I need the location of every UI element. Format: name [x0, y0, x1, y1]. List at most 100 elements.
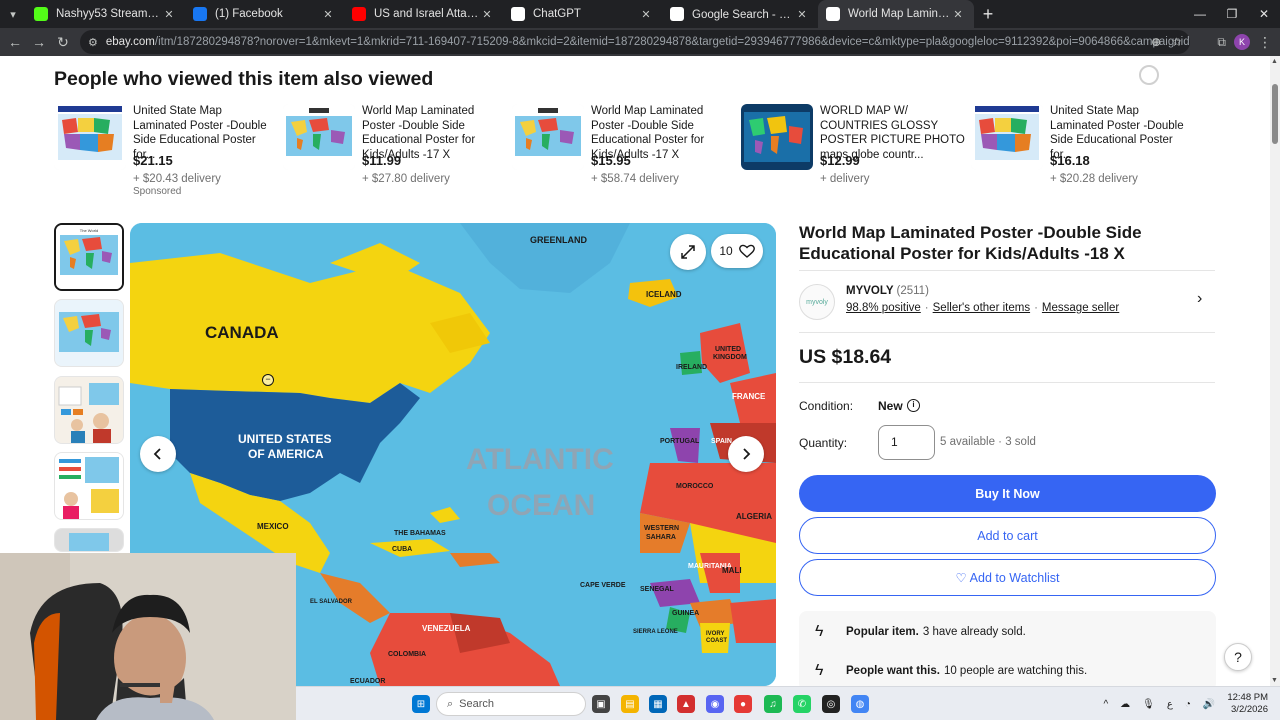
new-tab-button[interactable]: +: [974, 4, 1002, 25]
browser-tab[interactable]: ChatGPT ✕: [503, 0, 662, 28]
windows-start-icon[interactable]: ⊞: [412, 695, 430, 713]
omnibox-actions: ⊕ ☆: [1151, 30, 1182, 54]
map-label-wsahara-2: SAHARA: [646, 534, 676, 541]
app-icon-2[interactable]: ●: [734, 695, 752, 713]
scroll-down-icon[interactable]: ▼: [1271, 677, 1278, 684]
seller-name-line[interactable]: MYVOLY (2511): [846, 285, 929, 297]
map-label-sierra-leone: SIERRA LEONE: [633, 629, 678, 635]
forward-button[interactable]: →: [27, 30, 51, 54]
scrollbar-thumb[interactable]: [1272, 84, 1278, 144]
close-window-button[interactable]: ✕: [1248, 0, 1280, 28]
minimize-button[interactable]: —: [1184, 0, 1216, 28]
mic-icon[interactable]: 🎙: [1142, 699, 1155, 710]
browser-tab[interactable]: World Map Laminated Poster -D✕: [818, 0, 974, 28]
recommendation-card[interactable]: World Map Laminated Poster -Double Side …: [512, 102, 734, 202]
extensions-icon[interactable]: ⧉: [1217, 35, 1226, 50]
tab-search-button[interactable]: ▾: [0, 0, 26, 28]
zoom-out-cursor-icon: −: [262, 374, 274, 386]
gallery-thumb-3[interactable]: [54, 376, 124, 444]
recommendation-card[interactable]: WORLD MAP W/ COUNTRIES GLOSSY POSTER PIC…: [741, 102, 965, 202]
expand-icon: [681, 245, 695, 259]
close-tab-icon[interactable]: ✕: [479, 8, 495, 21]
recommendation-thumbnail[interactable]: [741, 104, 813, 170]
watch-heart-button[interactable]: 10: [711, 234, 763, 268]
close-tab-icon[interactable]: ✕: [794, 8, 810, 21]
gallery-thumb-5[interactable]: [54, 528, 124, 552]
buy-it-now-button[interactable]: Buy It Now: [799, 475, 1216, 512]
wifi-icon[interactable]: ◔: [1185, 699, 1191, 710]
scroll-up-icon[interactable]: ▲: [1271, 58, 1278, 65]
add-to-cart-button[interactable]: Add to cart: [799, 517, 1216, 554]
recommendation-thumbnail[interactable]: [54, 104, 126, 170]
clock-date: 3/2/2026: [1231, 704, 1268, 715]
close-tab-icon[interactable]: ✕: [638, 8, 654, 21]
info-icon[interactable]: i: [907, 399, 920, 412]
recommendation-thumbnail[interactable]: [971, 104, 1043, 170]
clock[interactable]: 12:48 PM 3/2/2026: [1227, 692, 1268, 716]
network-icon[interactable]: ☁: [1120, 699, 1130, 710]
gallery-thumb-1[interactable]: The World: [54, 223, 124, 291]
item-price: US $18.64: [799, 346, 892, 368]
app-icon[interactable]: ▲: [677, 695, 695, 713]
chrome-menu-icon[interactable]: ⋮: [1258, 34, 1272, 51]
seller-positive-link[interactable]: 98.8% positive: [846, 302, 921, 314]
tray-chevron-icon[interactable]: ^: [1103, 699, 1108, 710]
browser-tab[interactable]: Nashyy53 Stream - Watch Live✕: [26, 0, 185, 28]
task-view-icon[interactable]: ▣: [592, 695, 610, 713]
seller-name[interactable]: MYVOLY: [846, 285, 893, 297]
gallery-thumb-4[interactable]: [54, 452, 124, 520]
close-tab-icon[interactable]: ✕: [950, 8, 966, 21]
address-bar[interactable]: ⚙ ebay.com/itm/187280294878?norover=1&mk…: [80, 30, 1190, 54]
quantity-label: Quantity:: [799, 436, 848, 450]
seller-other-items-link[interactable]: Seller's other items: [933, 302, 1030, 314]
webcam-overlay: [0, 553, 296, 720]
add-to-watchlist-button[interactable]: ♡ Add to Watchlist: [799, 559, 1216, 596]
discord-icon[interactable]: ◉: [706, 695, 724, 713]
volume-icon[interactable]: 🔊: [1203, 699, 1215, 710]
reload-button[interactable]: ↻: [51, 30, 75, 54]
page-scrollbar[interactable]: ▲ ▼: [1270, 56, 1280, 686]
back-button[interactable]: ←: [3, 30, 27, 54]
site-info-icon[interactable]: ⚙: [88, 36, 98, 49]
map-label-venezuela: VENEZUELA: [422, 624, 471, 633]
bookmark-star-icon[interactable]: ☆: [1171, 35, 1182, 49]
language-indicator[interactable]: ع: [1167, 699, 1173, 710]
browser-tab[interactable]: Google Search - خريطة العالم✕: [662, 0, 818, 28]
message-seller-link[interactable]: Message seller: [1042, 302, 1119, 314]
taskbar-search[interactable]: ⌕ Search: [436, 692, 586, 716]
zoom-icon[interactable]: ⊕: [1151, 35, 1161, 49]
prev-image-button[interactable]: [140, 436, 176, 472]
file-explorer-icon[interactable]: ▤: [621, 695, 639, 713]
recommendation-thumbnail[interactable]: [283, 104, 355, 170]
obs-icon[interactable]: ◎: [822, 695, 840, 713]
seller-chevron-right-icon[interactable]: ›: [1197, 290, 1202, 308]
watch-count: 10: [719, 244, 733, 258]
seller-logo[interactable]: myvoly: [799, 284, 835, 320]
browser-tab[interactable]: US and Israel Attack Iran - LIVE✕: [344, 0, 503, 28]
item-title: World Map Laminated Poster -Double Side …: [799, 223, 1142, 263]
quantity-input[interactable]: 1: [878, 425, 935, 460]
whatsapp-icon[interactable]: ✆: [793, 695, 811, 713]
divider: [799, 382, 1215, 383]
next-image-button[interactable]: [728, 436, 764, 472]
close-tab-icon[interactable]: ✕: [161, 8, 177, 21]
recommendation-card[interactable]: United State Map Laminated Poster -Doubl…: [54, 102, 276, 202]
profile-avatar[interactable]: K: [1234, 34, 1250, 50]
store-icon[interactable]: ▦: [649, 695, 667, 713]
recommendation-card[interactable]: United State Map Laminated Poster -Doubl…: [971, 102, 1193, 202]
gallery-thumb-2[interactable]: [54, 299, 124, 367]
thumb-title: The World: [80, 228, 98, 233]
window-controls: — ❐ ✕: [1184, 0, 1280, 28]
expand-image-button[interactable]: [670, 234, 706, 270]
ebay-icon: [826, 7, 840, 21]
spotify-icon[interactable]: ♫: [764, 695, 782, 713]
browser-tab[interactable]: (1) Facebook ✕: [185, 0, 344, 28]
url-text[interactable]: ebay.com/itm/187280294878?norover=1&mkev…: [106, 36, 1190, 48]
restore-button[interactable]: ❐: [1216, 0, 1248, 28]
help-button[interactable]: ?: [1224, 643, 1252, 671]
recommendation-thumbnail[interactable]: [512, 104, 584, 170]
close-tab-icon[interactable]: ✕: [320, 8, 336, 21]
chrome-icon[interactable]: ◍: [851, 695, 869, 713]
map-label-algeria: ALGERIA: [736, 512, 772, 521]
recommendation-card[interactable]: World Map Laminated Poster -Double Side …: [283, 102, 505, 202]
